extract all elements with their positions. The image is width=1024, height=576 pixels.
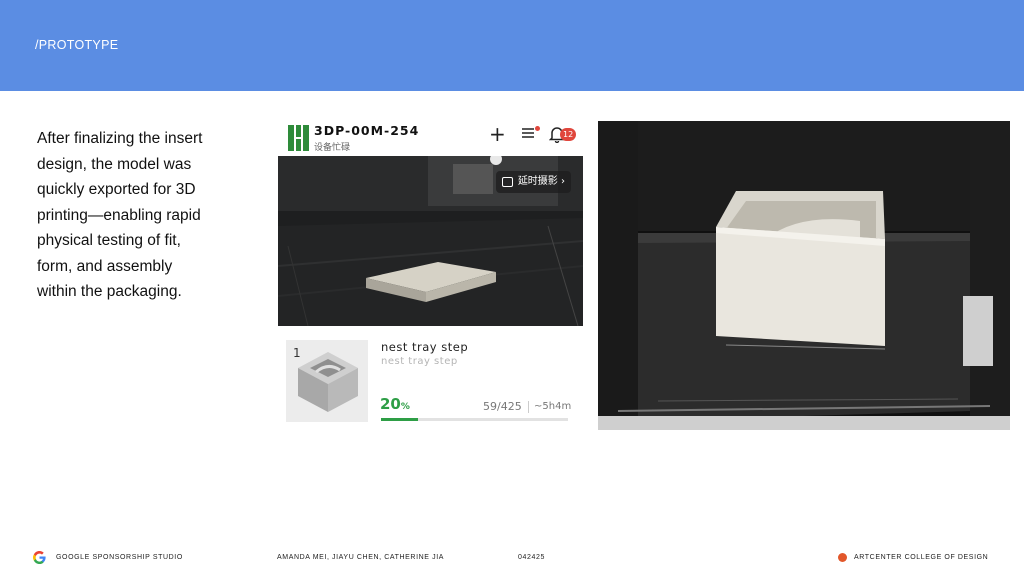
printer-logo-icon (288, 125, 309, 151)
video-icon (501, 177, 513, 187)
plate-number: 1 (293, 346, 301, 360)
footer-school: ARTCENTER COLLEGE OF DESIGN (854, 554, 989, 561)
google-logo-icon (33, 551, 46, 564)
layer-count: 59/425 (483, 400, 522, 413)
timelapse-label: 延时摄影 › (517, 176, 565, 187)
divider (528, 401, 529, 413)
camera-feed[interactable]: 延时摄影 › (278, 156, 583, 326)
progress-percent: 20% (380, 395, 410, 413)
description-line: quickly exported for 3D (37, 181, 196, 198)
print-job-card[interactable]: 1 nest tray step nest tray step 20% 59/4… (278, 338, 583, 426)
plus-icon[interactable]: + (489, 124, 506, 144)
printed-box-photo (598, 121, 1010, 430)
description-line: physical testing of fit, (37, 232, 181, 249)
progress-bar (381, 418, 568, 421)
time-remaining: ~5h4m (534, 401, 572, 412)
progress-value: 20 (380, 395, 401, 413)
job-name: nest tray step (381, 340, 469, 354)
progress-bar-fill (381, 418, 419, 421)
header-banner: /PROTOTYPE (0, 0, 1024, 91)
timelapse-button[interactable]: 延时摄影 › (495, 171, 571, 193)
menu-icon[interactable] (521, 126, 535, 144)
device-id: 3DP-00M-254 (314, 123, 420, 138)
description-line: After finalizing the insert (37, 130, 203, 147)
menu-alert-dot (535, 126, 540, 131)
description-line: within the packaging. (37, 283, 182, 300)
printer-app-screen: 3DP-00M-254 设备忙碌 + 12 延时摄影 › 1 nest tray… (278, 116, 583, 426)
description-line: printing—enabling rapid (37, 206, 201, 224)
printer-photo-image (598, 121, 1010, 430)
footer-authors: AMANDA MEI, JIAYU CHEN, CATHERINE JIA (277, 554, 445, 561)
artcenter-dot-icon (838, 553, 847, 562)
description-line: form, and assembly (37, 257, 173, 275)
app-header: 3DP-00M-254 设备忙碌 + 12 (278, 116, 583, 156)
section-label: /PROTOTYPE (35, 38, 119, 52)
description-line: design, the model was (37, 155, 192, 173)
progress-unit: % (400, 402, 410, 412)
notification-badge: 12 (560, 128, 577, 141)
job-subtitle: nest tray step (381, 356, 458, 367)
device-status: 设备忙碌 (314, 143, 351, 153)
description-text: After finalizing the insert design, the … (37, 126, 252, 305)
footer-studio: GOOGLE SPONSORSHIP STUDIO (56, 554, 183, 561)
footer-code: 042425 (518, 554, 545, 561)
footer: GOOGLE SPONSORSHIP STUDIO AMANDA MEI, JI… (0, 548, 1024, 568)
